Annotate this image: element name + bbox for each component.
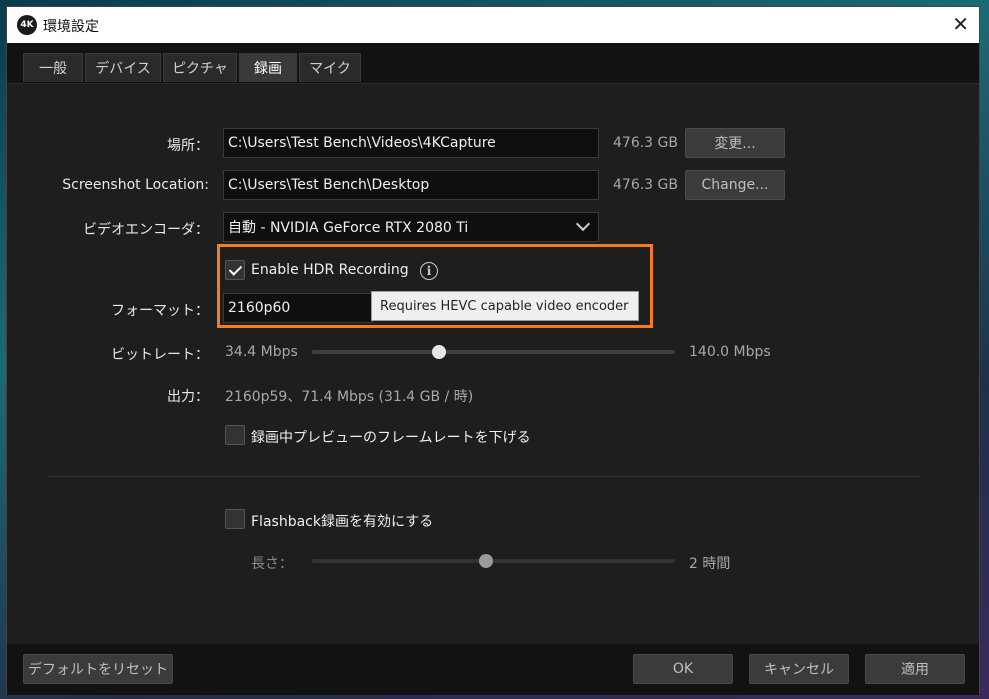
bitrate-slider-thumb[interactable]: [432, 345, 447, 359]
screenshot-location-label: Screenshot Location:: [62, 177, 209, 193]
tab-picture[interactable]: ピクチャ: [163, 53, 237, 82]
flashback-label[interactable]: Flashback録画を有効にする: [251, 511, 433, 531]
hdr-checkbox[interactable]: [225, 260, 245, 280]
app-logo-icon: 4K: [17, 15, 37, 35]
cancel-button[interactable]: キャンセル: [749, 654, 849, 684]
format-label: フォーマット：: [111, 303, 209, 319]
location-free-space: 476.3 GB: [613, 135, 678, 151]
change-location-button[interactable]: 変更...: [685, 128, 785, 158]
tab-devices[interactable]: デバイス: [85, 53, 161, 82]
length-value: 2 時間: [689, 556, 731, 572]
footer-bar: デフォルトをリセット OK キャンセル 適用: [7, 644, 979, 695]
reduce-preview-framerate-label[interactable]: 録画中プレビューのフレームレートを下げる: [251, 427, 531, 447]
window-title: 環境設定: [43, 19, 99, 35]
section-divider: [49, 476, 919, 477]
video-encoder-label: ビデオエンコーダ：: [83, 222, 209, 238]
video-encoder-value: 自動 - NVIDIA GeForce RTX 2080 Ti: [228, 220, 469, 236]
reduce-preview-framerate-checkbox[interactable]: [225, 425, 245, 445]
location-label: 場所：: [167, 138, 209, 154]
tab-recording[interactable]: 録画: [239, 53, 297, 82]
location-field[interactable]: C:\Users\Test Bench\Videos\4KCapture: [223, 128, 599, 158]
flashback-checkbox[interactable]: [225, 509, 245, 529]
length-label: 長さ：: [251, 556, 293, 572]
info-icon[interactable]: i: [420, 262, 438, 280]
hdr-label[interactable]: Enable HDR Recording: [251, 262, 409, 278]
bitrate-slider-track[interactable]: [312, 350, 675, 354]
reset-defaults-button[interactable]: デフォルトをリセット: [23, 654, 173, 684]
length-slider-thumb[interactable]: [479, 554, 494, 568]
change-screenshot-location-button[interactable]: Change...: [685, 170, 785, 200]
format-select[interactable]: 2160p60: [223, 293, 373, 323]
bitrate-min: 34.4 Mbps: [225, 344, 298, 360]
tab-microphone[interactable]: マイク: [299, 53, 361, 82]
chevron-down-icon: [575, 216, 591, 232]
video-encoder-select[interactable]: 自動 - NVIDIA GeForce RTX 2080 Ti: [223, 212, 599, 242]
output-label: 出力：: [167, 389, 209, 405]
preferences-window: 4K 環境設定 ✕ 一般 デバイス ピクチャ 録画 マイク 場所： C:\Use…: [6, 6, 980, 695]
checkmark-icon: [228, 262, 243, 276]
screenshot-location-field[interactable]: C:\Users\Test Bench\Desktop: [223, 170, 599, 200]
screenshot-free-space: 476.3 GB: [613, 177, 678, 193]
tab-general[interactable]: 一般: [23, 53, 83, 82]
close-icon[interactable]: ✕: [952, 12, 969, 36]
length-slider-track[interactable]: [312, 559, 675, 563]
title-bar: 4K 環境設定 ✕: [7, 7, 979, 43]
hdr-tooltip: Requires HEVC capable video encoder: [371, 291, 639, 321]
ok-button[interactable]: OK: [633, 654, 733, 684]
apply-button[interactable]: 適用: [865, 654, 965, 684]
recording-settings-panel: 場所： C:\Users\Test Bench\Videos\4KCapture…: [7, 84, 979, 644]
output-value: 2160p59、71.4 Mbps (31.4 GB / 時): [225, 389, 474, 405]
bitrate-label: ビットレート：: [111, 347, 209, 363]
tab-bar: 一般 デバイス ピクチャ 録画 マイク: [7, 43, 979, 84]
bitrate-max: 140.0 Mbps: [689, 344, 771, 360]
